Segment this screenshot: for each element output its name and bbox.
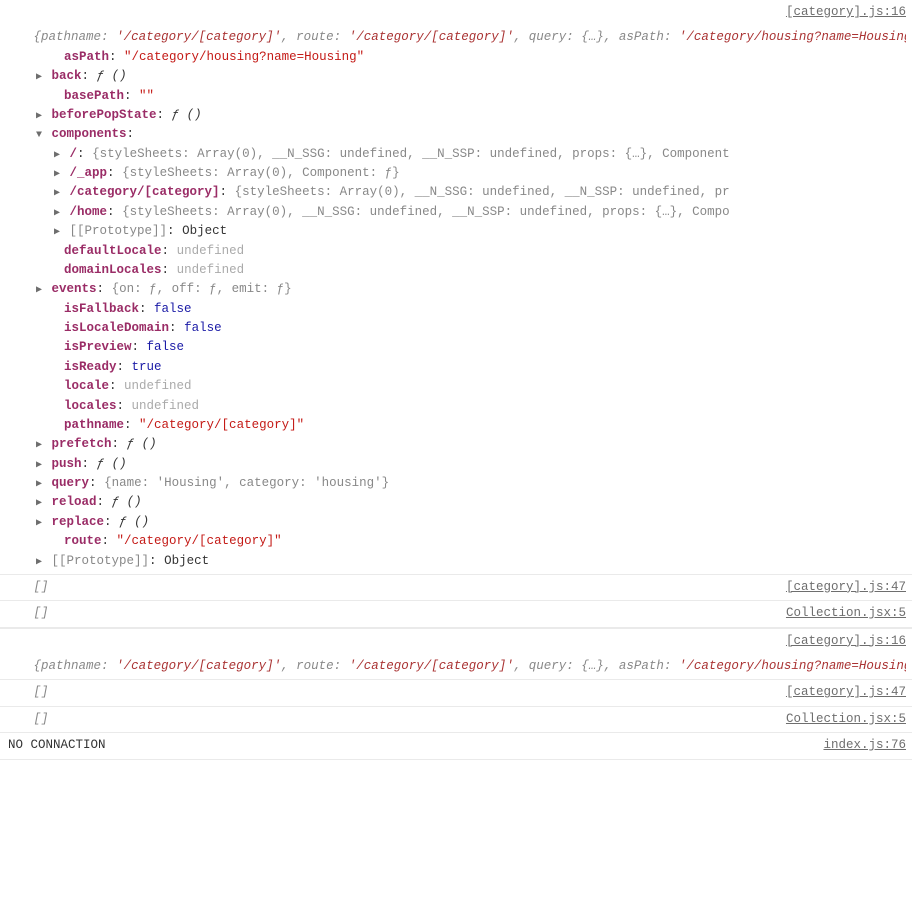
prop-replace[interactable]: replace: ƒ ()	[28, 513, 906, 532]
source-link[interactable]: [category].js:16	[786, 5, 906, 19]
caret-down-icon[interactable]	[34, 128, 44, 144]
source-link[interactable]: [category].js:16	[786, 634, 906, 648]
devtools-console: [category].js:16 {pathname: '/category/[…	[0, 0, 912, 760]
components-prototype[interactable]: [[Prototype]]: Object	[28, 222, 906, 241]
prop-basePath[interactable]: basePath: ""	[28, 87, 906, 106]
prop-isFallback[interactable]: isFallback: false	[28, 300, 906, 319]
source-link[interactable]: [category].js:47	[786, 685, 906, 699]
components-home[interactable]: /home: {styleSheets: Array(0), __N_SSG: …	[28, 203, 906, 222]
caret-right-icon[interactable]	[34, 283, 44, 299]
log-router-object: {pathname: '/category/[category]', route…	[0, 25, 912, 575]
caret-right-icon[interactable]	[52, 225, 62, 241]
caret-right-icon[interactable]	[34, 516, 44, 532]
array-preview[interactable]: []	[34, 685, 49, 699]
caret-right-icon[interactable]	[34, 70, 44, 86]
source-link[interactable]: [category].js:47	[786, 580, 906, 594]
prop-isPreview[interactable]: isPreview: false	[28, 338, 906, 357]
prop-route[interactable]: route: "/category/[category]"	[28, 532, 906, 551]
prop-push[interactable]: push: ƒ ()	[28, 455, 906, 474]
array-preview[interactable]: []	[34, 712, 49, 726]
prop-events[interactable]: events: {on: ƒ, off: ƒ, emit: ƒ}	[28, 280, 906, 299]
prop-prototype[interactable]: [[Prototype]]: Object	[28, 552, 906, 571]
prop-domainLocales[interactable]: domainLocales: undefined	[28, 261, 906, 280]
source-link[interactable]: index.js:76	[823, 738, 906, 752]
components-slash[interactable]: /: {styleSheets: Array(0), __N_SSG: unde…	[28, 145, 906, 164]
log-empty-array: [] [category].js:47	[0, 680, 912, 706]
log-text: NO CONNACTION index.js:76	[0, 733, 912, 759]
prop-locale[interactable]: locale: undefined	[28, 377, 906, 396]
caret-right-icon[interactable]	[34, 477, 44, 493]
source-link[interactable]: Collection.jsx:5	[786, 606, 906, 620]
log-empty-array: [] Collection.jsx:5	[0, 601, 912, 627]
prop-isReady[interactable]: isReady: true	[28, 358, 906, 377]
object-preview[interactable]: {pathname: '/category/[category]', route…	[34, 659, 906, 673]
object-preview-line[interactable]: {pathname: '/category/[category]', route…	[28, 28, 906, 47]
source-link-row: [category].js:16	[0, 628, 912, 654]
prop-defaultLocale[interactable]: defaultLocale: undefined	[28, 242, 906, 261]
prop-back[interactable]: back: ƒ ()	[28, 67, 906, 86]
source-link-row: [category].js:16	[0, 0, 912, 25]
components-category[interactable]: /category/[category]: {styleSheets: Arra…	[28, 183, 906, 202]
caret-right-icon[interactable]	[52, 148, 62, 164]
array-preview[interactable]: []	[34, 580, 49, 594]
log-empty-array: [] [category].js:47	[0, 575, 912, 601]
caret-right-icon[interactable]	[34, 458, 44, 474]
caret-right-icon[interactable]	[52, 167, 62, 183]
prop-locales[interactable]: locales: undefined	[28, 397, 906, 416]
prop-query[interactable]: query: {name: 'Housing', category: 'hous…	[28, 474, 906, 493]
prop-pathname[interactable]: pathname: "/category/[category]"	[28, 416, 906, 435]
caret-right-icon[interactable]	[52, 206, 62, 222]
caret-right-icon[interactable]	[34, 555, 44, 571]
prop-reload[interactable]: reload: ƒ ()	[28, 493, 906, 512]
log-empty-array: [] Collection.jsx:5	[0, 707, 912, 733]
caret-right-icon[interactable]	[34, 496, 44, 512]
prop-isLocaleDomain[interactable]: isLocaleDomain: false	[28, 319, 906, 338]
prop-prefetch[interactable]: prefetch: ƒ ()	[28, 435, 906, 454]
prop-components[interactable]: components:	[28, 125, 906, 144]
caret-right-icon[interactable]	[34, 438, 44, 454]
log-router-object-collapsed: {pathname: '/category/[category]', route…	[0, 654, 912, 680]
array-preview[interactable]: []	[34, 606, 49, 620]
log-message: NO CONNACTION	[8, 738, 106, 752]
caret-right-icon[interactable]	[52, 186, 62, 202]
prop-asPath[interactable]: asPath: "/category/housing?name=Housing"	[28, 48, 906, 67]
caret-right-icon[interactable]	[34, 109, 44, 125]
components-app[interactable]: /_app: {styleSheets: Array(0), Component…	[28, 164, 906, 183]
source-link[interactable]: Collection.jsx:5	[786, 712, 906, 726]
prop-beforePopState[interactable]: beforePopState: ƒ ()	[28, 106, 906, 125]
